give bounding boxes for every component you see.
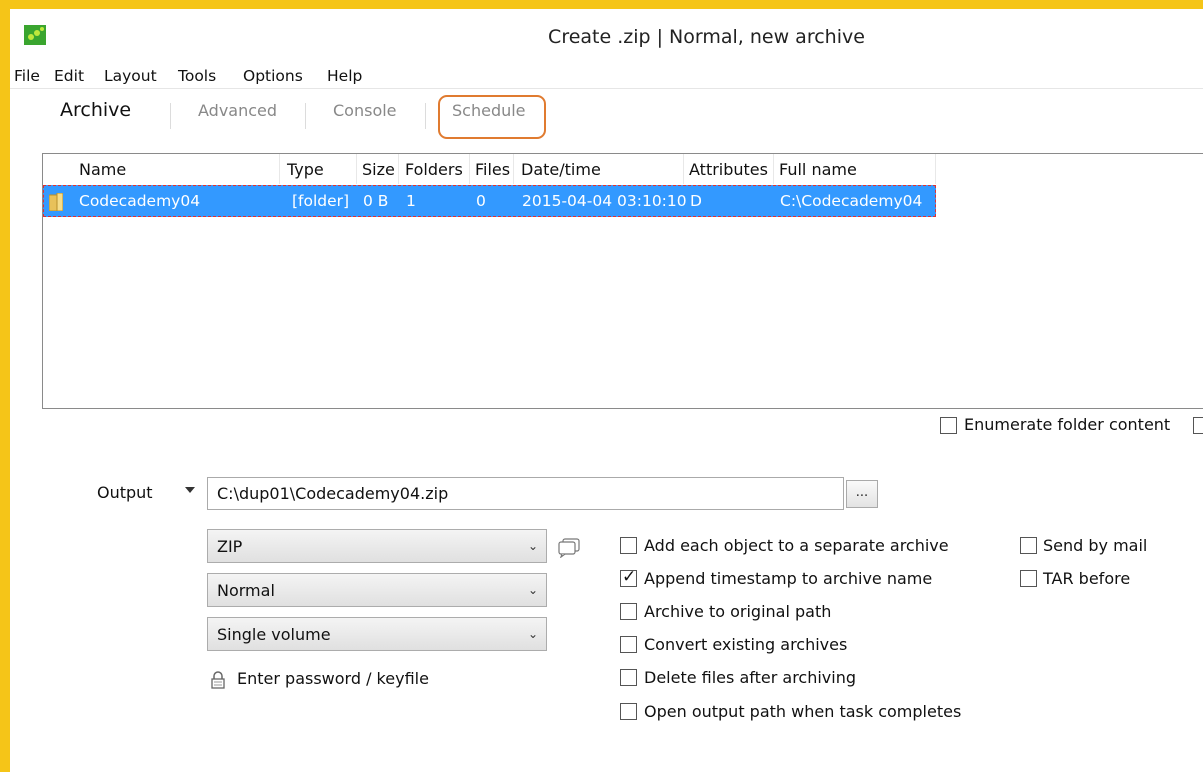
chevron-down-icon: ⌄ bbox=[527, 539, 538, 553]
enumerate-label: Enumerate folder content bbox=[964, 415, 1171, 434]
option-label: Delete files after archiving bbox=[644, 668, 857, 687]
option-checkbox[interactable] bbox=[620, 669, 637, 686]
password-label: Enter password / keyfile bbox=[237, 669, 429, 688]
tab-advanced[interactable]: Advanced bbox=[198, 101, 277, 120]
output-label: Output bbox=[97, 483, 153, 502]
option-label: Archive to original path bbox=[644, 602, 832, 621]
send-mail-label: Send by mail bbox=[1043, 536, 1148, 555]
option-label: Open output path when task completes bbox=[644, 702, 962, 721]
cell-attributes: D bbox=[690, 192, 702, 210]
option-label: Convert existing archives bbox=[644, 635, 848, 654]
option-checkbox[interactable] bbox=[620, 537, 637, 554]
menu-file[interactable]: File bbox=[14, 67, 40, 85]
table-row[interactable]: Codecademy04 [folder] 0 B 1 0 2015-04-04… bbox=[43, 185, 936, 217]
column-separator[interactable] bbox=[513, 154, 514, 184]
column-separator[interactable] bbox=[935, 154, 936, 184]
format-value: ZIP bbox=[217, 537, 243, 556]
tab-archive[interactable]: Archive bbox=[60, 99, 131, 121]
title-bar: Create .zip | Normal, new archive bbox=[10, 9, 1203, 65]
column-separator[interactable] bbox=[469, 154, 470, 184]
column-type[interactable]: Type bbox=[287, 160, 324, 179]
option-label: Add each object to a separate archive bbox=[644, 536, 949, 555]
file-list[interactable]: Name Type Size Folders Files Date/time A… bbox=[42, 153, 1203, 409]
tar-before-checkbox[interactable] bbox=[1020, 570, 1037, 587]
column-separator[interactable] bbox=[279, 154, 280, 184]
cell-size: 0 B bbox=[363, 192, 389, 210]
column-separator[interactable] bbox=[773, 154, 774, 184]
extra-checkbox[interactable] bbox=[1193, 417, 1203, 434]
output-dropdown-icon[interactable] bbox=[185, 487, 195, 493]
tar-before-label: TAR before bbox=[1043, 569, 1131, 588]
compression-value: Normal bbox=[217, 581, 275, 600]
option-checkbox[interactable] bbox=[620, 636, 637, 653]
comment-icon[interactable] bbox=[557, 538, 581, 558]
tab-console[interactable]: Console bbox=[333, 101, 397, 120]
cell-type: [folder] bbox=[292, 192, 350, 210]
menu-tools[interactable]: Tools bbox=[178, 67, 216, 85]
column-size[interactable]: Size bbox=[362, 160, 395, 179]
tab-schedule[interactable]: Schedule bbox=[452, 101, 526, 120]
browse-button[interactable]: ... bbox=[846, 480, 878, 508]
output-path-input[interactable]: C:\dup01\Codecademy04.zip bbox=[207, 477, 844, 510]
send-mail-checkbox[interactable] bbox=[1020, 537, 1037, 554]
menu-options[interactable]: Options bbox=[243, 67, 303, 85]
column-name[interactable]: Name bbox=[79, 160, 126, 179]
cell-fullname: C:\Codecademy04 bbox=[780, 192, 923, 210]
menu-bar: File Edit Layout Tools Options Help bbox=[10, 65, 1203, 89]
option-label: Append timestamp to archive name bbox=[644, 569, 933, 588]
folder-icon bbox=[49, 193, 63, 211]
app-window: Create .zip | Normal, new archive File E… bbox=[0, 0, 1203, 772]
column-separator[interactable] bbox=[683, 154, 684, 184]
cell-datetime: 2015-04-04 03:10:10 bbox=[522, 192, 687, 210]
cell-name: Codecademy04 bbox=[79, 192, 201, 210]
column-separator[interactable] bbox=[356, 154, 357, 184]
option-checkbox[interactable]: ✓ bbox=[620, 567, 637, 587]
column-attributes[interactable]: Attributes bbox=[689, 160, 768, 179]
column-datetime[interactable]: Date/time bbox=[521, 160, 601, 179]
lock-icon bbox=[211, 671, 225, 689]
cell-files: 0 bbox=[476, 192, 486, 210]
option-checkbox[interactable] bbox=[620, 603, 637, 620]
chevron-down-icon: ⌄ bbox=[527, 627, 538, 641]
file-list-header: Name Type Size Folders Files Date/time A… bbox=[43, 154, 936, 184]
cell-folders: 1 bbox=[406, 192, 416, 210]
chevron-down-icon: ⌄ bbox=[527, 583, 538, 597]
window-title: Create .zip | Normal, new archive bbox=[548, 26, 865, 48]
column-separator[interactable] bbox=[398, 154, 399, 184]
menu-layout[interactable]: Layout bbox=[104, 67, 157, 85]
tab-separator bbox=[305, 103, 306, 129]
menu-edit[interactable]: Edit bbox=[54, 67, 84, 85]
tab-separator bbox=[425, 103, 426, 129]
tab-separator bbox=[170, 103, 171, 129]
format-select[interactable]: ZIP ⌄ bbox=[207, 529, 547, 563]
menu-help[interactable]: Help bbox=[327, 67, 362, 85]
column-files[interactable]: Files bbox=[475, 160, 510, 179]
option-checkbox[interactable] bbox=[620, 703, 637, 720]
column-fullname[interactable]: Full name bbox=[779, 160, 857, 179]
column-folders[interactable]: Folders bbox=[405, 160, 463, 179]
volume-value: Single volume bbox=[217, 625, 331, 644]
enumerate-checkbox[interactable] bbox=[940, 417, 957, 434]
volume-select[interactable]: Single volume ⌄ bbox=[207, 617, 547, 651]
tab-bar: Archive Advanced Console Schedule bbox=[10, 95, 1203, 139]
compression-select[interactable]: Normal ⌄ bbox=[207, 573, 547, 607]
